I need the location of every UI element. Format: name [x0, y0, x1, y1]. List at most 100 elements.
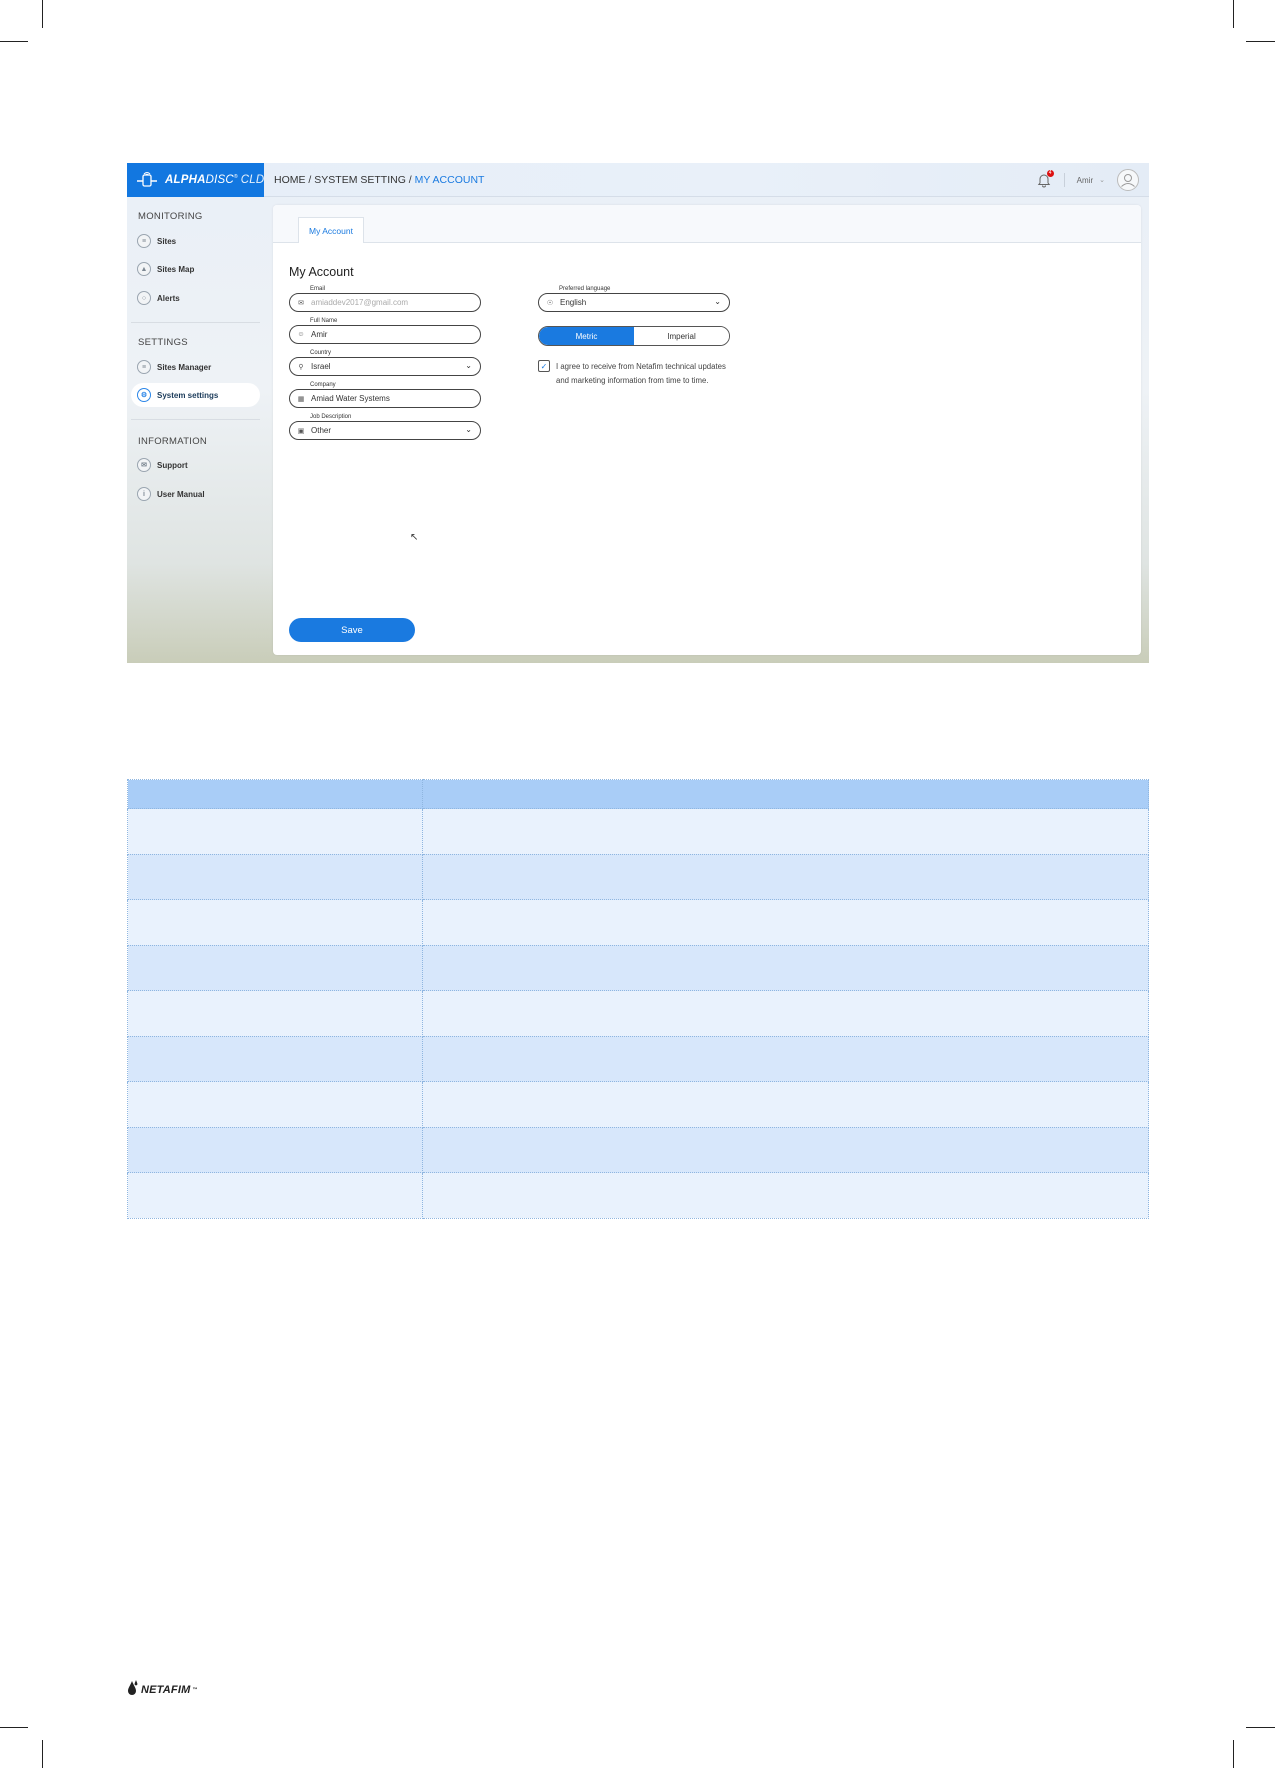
- table-cell: [422, 944, 1149, 991]
- chevron-down-icon: ⌄: [714, 297, 721, 306]
- sidebar-item-sites-map[interactable]: ▲ Sites Map: [131, 257, 260, 281]
- table-row: [127, 1035, 1149, 1082]
- sidebar-item-label: System settings: [157, 390, 219, 400]
- preferred-language-select[interactable]: Preferred language ☉ English ⌄: [538, 286, 730, 312]
- app-logo[interactable]: ALPHADISC® CLD: [127, 163, 264, 197]
- field-label: Company: [308, 382, 338, 388]
- netafim-logo: NETAFIM ™: [127, 1680, 198, 1699]
- sidebar-item-user-manual[interactable]: i User Manual: [131, 482, 260, 506]
- app-header: ALPHADISC® CLD HOME / SYSTEM SETTING / MY…: [127, 163, 1149, 197]
- location-icon: ⚲: [298, 363, 304, 371]
- sidebar-item-support[interactable]: ✉ Support: [131, 453, 260, 477]
- language-value: English: [560, 298, 587, 307]
- notification-count-badge: 4: [1046, 170, 1054, 177]
- sidebar-divider: [131, 322, 260, 323]
- empty-table: [127, 779, 1149, 1219]
- sidebar-section-information: INFORMATION: [138, 436, 208, 447]
- briefcase-icon: ▣: [297, 427, 305, 435]
- breadcrumb-current: MY ACCOUNT: [414, 174, 485, 186]
- table-cell: [127, 1126, 423, 1173]
- tab-my-account[interactable]: My Account: [298, 217, 364, 243]
- job-description-value: Other: [311, 426, 332, 435]
- table-cell: [127, 1081, 423, 1128]
- header-actions: 4 Amir ⌄: [1036, 168, 1139, 192]
- page-title: My Account: [289, 265, 354, 279]
- table-cell: [422, 1081, 1149, 1128]
- units-toggle: Metric Imperial: [538, 326, 730, 346]
- info-icon: i: [137, 487, 151, 501]
- table-row: [127, 944, 1149, 991]
- table-row: [127, 990, 1149, 1037]
- crop-mark: [42, 0, 43, 28]
- table-row: [127, 1081, 1149, 1128]
- imperial-option[interactable]: Imperial: [634, 327, 729, 345]
- sidebar-item-alerts[interactable]: ○ Alerts: [131, 286, 260, 310]
- full-name-field[interactable]: Full Name ☺ Amir: [289, 318, 481, 344]
- sidebar-item-label: Alerts: [157, 293, 180, 303]
- sidebar-item-label: Sites: [157, 236, 177, 246]
- user-name[interactable]: Amir: [1077, 176, 1093, 185]
- job-description-select[interactable]: Job Description ▣ Other ⌄: [289, 414, 481, 440]
- mail-icon: ✉: [298, 299, 304, 307]
- metric-option[interactable]: Metric: [539, 327, 634, 345]
- app-screenshot: ALPHADISC® CLD HOME / SYSTEM SETTING / MY…: [127, 163, 1149, 663]
- table-cell: [127, 1035, 423, 1082]
- breadcrumb-home[interactable]: HOME: [274, 174, 306, 186]
- table-cell: [127, 853, 423, 900]
- consent-checkbox[interactable]: ✓: [538, 360, 550, 372]
- marketing-consent: ✓ I agree to receive from Netafim techni…: [538, 360, 738, 387]
- full-name-value: Amir: [311, 330, 328, 339]
- email-field[interactable]: Email ✉ amiaddev2017@gmail.com: [289, 286, 481, 312]
- field-label: Country: [308, 350, 334, 356]
- table-row: [127, 1126, 1149, 1173]
- chat-icon: ✉: [137, 458, 151, 472]
- sidebar-item-sites[interactable]: ≡ Sites: [131, 229, 260, 253]
- table-cell: [422, 899, 1149, 946]
- sidebar-item-label: Support: [157, 460, 188, 470]
- tab-strip: My Account: [273, 205, 1141, 243]
- table-cell: [422, 1172, 1149, 1219]
- notifications-bell-icon[interactable]: 4: [1036, 170, 1054, 188]
- disc-filter-icon: [135, 171, 159, 189]
- field-label: Full Name: [308, 318, 340, 324]
- breadcrumb-system-setting[interactable]: SYSTEM SETTING: [314, 174, 406, 186]
- crop-mark: [1233, 1740, 1234, 1768]
- netafim-wordmark: NETAFIM: [141, 1683, 191, 1696]
- crop-mark: [1246, 1727, 1275, 1728]
- company-field[interactable]: Company ▦ Amiad Water Systems: [289, 382, 481, 408]
- sidebar-item-label: User Manual: [157, 489, 205, 499]
- save-button[interactable]: Save: [289, 618, 415, 642]
- map-pin-icon: ▲: [137, 262, 151, 276]
- country-select[interactable]: Country ⚲ Israel ⌄: [289, 350, 481, 376]
- sidebar-item-system-settings[interactable]: ⚙ System settings: [131, 383, 260, 407]
- sidebar-item-label: Sites Manager: [157, 362, 212, 372]
- table-cell: [422, 853, 1149, 900]
- field-label: Job Description: [308, 414, 354, 420]
- breadcrumb: HOME / SYSTEM SETTING / MY ACCOUNT: [274, 174, 485, 186]
- country-value: Israel: [311, 362, 331, 371]
- table-cell: [422, 808, 1149, 855]
- sidebar-item-label: Sites Map: [157, 264, 195, 274]
- layers-icon: ≡: [137, 234, 151, 248]
- sidebar-section-settings: SETTINGS: [138, 337, 188, 348]
- water-drop-icon: [127, 1680, 139, 1699]
- content-card: My Account My Account Email ✉ amiaddev20…: [273, 205, 1141, 655]
- field-label: Email: [308, 286, 328, 292]
- chevron-down-icon[interactable]: ⌄: [1099, 176, 1105, 184]
- bell-icon: ○: [137, 291, 151, 305]
- table-header-cell: [127, 779, 423, 809]
- field-label: Preferred language: [557, 286, 613, 292]
- sidebar-section-monitoring: MONITORING: [138, 211, 203, 222]
- chevron-down-icon: ⌄: [465, 425, 472, 434]
- table-row: [127, 808, 1149, 855]
- sidebar-item-sites-manager[interactable]: ≡ Sites Manager: [131, 355, 260, 379]
- globe-icon: ☉: [546, 299, 554, 307]
- crop-mark: [1233, 0, 1234, 28]
- table-cell: [422, 1126, 1149, 1173]
- sidebar-divider: [131, 419, 260, 420]
- crop-mark: [42, 1740, 43, 1768]
- chevron-down-icon: ⌄: [465, 361, 472, 370]
- sidebar: MONITORING ≡ Sites ▲ Sites Map ○ Alerts …: [127, 197, 264, 663]
- avatar[interactable]: [1117, 169, 1139, 191]
- table-row: [127, 899, 1149, 946]
